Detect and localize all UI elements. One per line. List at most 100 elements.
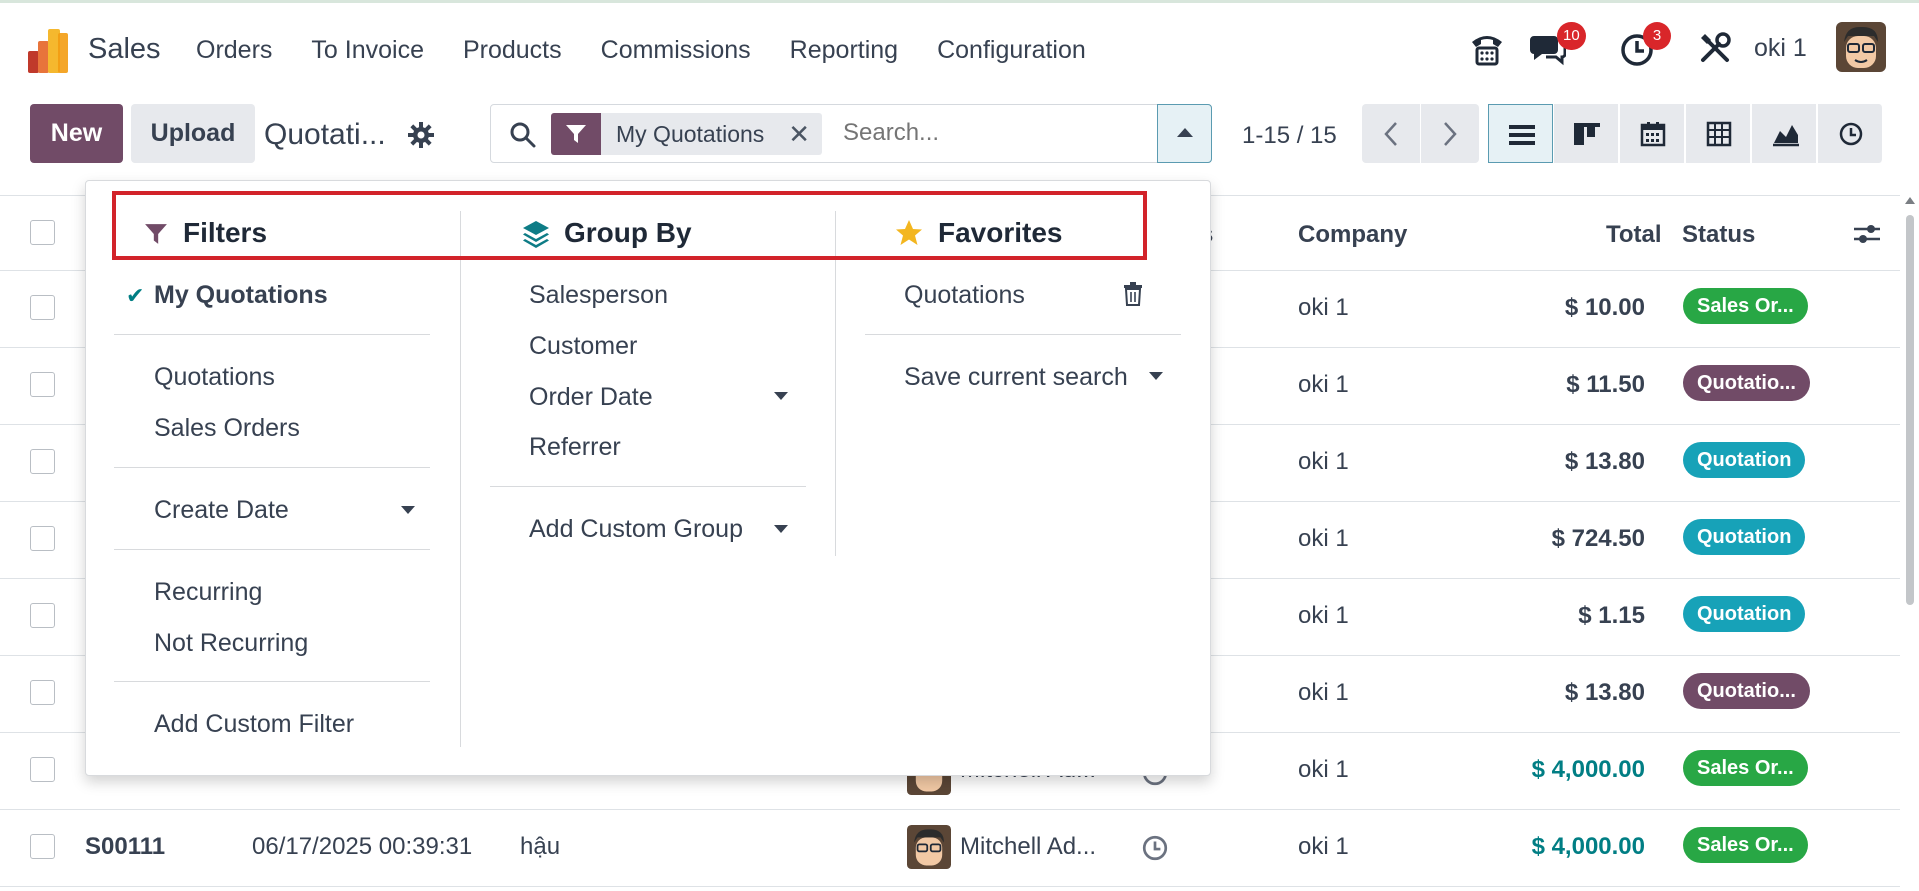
facet-remove-icon[interactable]: ✕ [788,119,810,150]
select-all-checkbox[interactable] [30,220,55,245]
status-badge: Quotation [1683,519,1806,555]
cell-salesperson: Mitchell Ad... [960,833,1097,860]
row-checkbox[interactable] [30,757,55,782]
check-icon: ✔ [126,283,145,308]
new-button[interactable]: New [30,104,123,163]
filter-my-quotations[interactable]: My Quotations [154,281,328,310]
filter-quotations[interactable]: Quotations [154,363,275,392]
caret-down-icon[interactable] [1149,372,1163,380]
column-header-status[interactable]: Status [1682,221,1755,249]
row-checkbox[interactable] [30,834,55,859]
save-current-search[interactable]: Save current search [904,363,1128,392]
group-by-referrer[interactable]: Referrer [529,433,621,462]
clock-icon [1839,122,1863,146]
filter-icon [551,113,601,155]
cell-total: $ 13.80 [1564,679,1645,706]
cell-company: oki 1 [1298,448,1349,475]
caret-down-icon[interactable] [774,525,788,533]
list-scrollbar[interactable] [1901,195,1919,891]
column-divider [460,211,461,747]
filter-create-date[interactable]: Create Date [154,496,289,525]
search-icon [510,122,536,148]
search-input[interactable] [843,119,1133,147]
pager-value[interactable]: 1-15 / 15 [1242,122,1337,150]
user-name[interactable]: oki 1 [1754,34,1807,63]
divider [114,681,430,682]
status-badge: Quotatio... [1683,365,1810,401]
menu-reporting[interactable]: Reporting [790,36,898,65]
table-row[interactable]: S00111 06/17/2025 00:39:31 hậu Mitchell … [0,810,1900,887]
group-by-customer[interactable]: Customer [529,332,637,361]
divider [114,334,430,335]
menu-orders[interactable]: Orders [196,36,272,65]
status-badge: Quotation [1683,442,1806,478]
calendar-view-button[interactable] [1620,104,1685,163]
add-custom-filter[interactable]: Add Custom Filter [154,710,354,739]
activity-view-button[interactable] [1818,104,1883,163]
calendar-icon [1640,122,1666,147]
filter-not-recurring[interactable]: Not Recurring [154,629,308,658]
row-checkbox[interactable] [30,372,55,397]
cell-total: $ 1.15 [1578,602,1645,629]
filter-sales-orders[interactable]: Sales Orders [154,414,300,443]
tools-icon[interactable] [1697,30,1735,66]
gear-icon[interactable] [408,122,434,148]
cell-company: oki 1 [1298,525,1349,552]
scroll-thumb[interactable] [1906,215,1914,605]
caret-down-icon[interactable] [774,392,788,400]
divider [114,549,430,550]
caret-up-icon [1177,128,1193,137]
optional-columns-icon[interactable] [1852,222,1882,246]
list-view-button[interactable] [1488,104,1553,163]
facet-content: My Quotations ✕ [601,113,823,155]
status-badge: Sales Or... [1683,827,1808,863]
group-by-salesperson[interactable]: Salesperson [529,281,668,310]
cell-company: oki 1 [1298,756,1349,783]
status-badge: Quotation [1683,596,1806,632]
cell-company: oki 1 [1298,833,1349,860]
graph-view-button[interactable] [1752,104,1817,163]
row-checkbox[interactable] [30,680,55,705]
column-divider [835,211,836,556]
row-checkbox[interactable] [30,603,55,628]
favorite-quotations[interactable]: Quotations [904,281,1025,310]
search-facet[interactable]: My Quotations ✕ [551,113,823,155]
kanban-view-button[interactable] [1554,104,1619,163]
cell-company: oki 1 [1298,679,1349,706]
pager-previous-button[interactable] [1362,104,1420,163]
row-checkbox[interactable] [30,449,55,474]
sales-app-icon[interactable] [28,29,70,73]
group-by-order-date[interactable]: Order Date [529,383,653,412]
pager-next-button[interactable] [1421,104,1479,163]
column-header-total[interactable]: Total [1606,221,1662,249]
menu-to-invoice[interactable]: To Invoice [311,36,424,65]
menu-products[interactable]: Products [463,36,562,65]
pivot-view-button[interactable] [1686,104,1751,163]
phone-icon[interactable] [1468,30,1506,66]
column-header-company[interactable]: Company [1298,221,1407,249]
area-chart-icon [1773,125,1799,147]
user-avatar[interactable] [1836,22,1886,72]
status-badge: Quotatio... [1683,673,1810,709]
annotation-highlight-box [112,191,1147,260]
cell-customer: hậu [520,833,561,860]
row-checkbox[interactable] [30,526,55,551]
caret-down-icon[interactable] [401,506,415,514]
app-name[interactable]: Sales [88,33,161,66]
scroll-up-arrow-icon[interactable] [1905,197,1915,204]
status-badge: Sales Or... [1683,750,1808,786]
kanban-icon [1574,123,1600,145]
add-custom-group[interactable]: Add Custom Group [529,515,743,544]
filter-recurring[interactable]: Recurring [154,578,262,607]
activity-clock-icon[interactable] [1141,834,1169,862]
menu-configuration[interactable]: Configuration [937,36,1086,65]
divider [114,467,430,468]
row-checkbox[interactable] [30,295,55,320]
search-panel-toggle[interactable] [1157,104,1212,163]
search-panel-dropdown: Filters ✔ My Quotations Quotations Sales… [85,180,1211,776]
upload-button[interactable]: Upload [131,104,255,163]
breadcrumb-title: Quotati... [264,118,386,151]
menu-commissions[interactable]: Commissions [601,36,751,65]
trash-icon[interactable] [1123,282,1143,306]
cell-total: $ 4,000.00 [1531,833,1645,860]
